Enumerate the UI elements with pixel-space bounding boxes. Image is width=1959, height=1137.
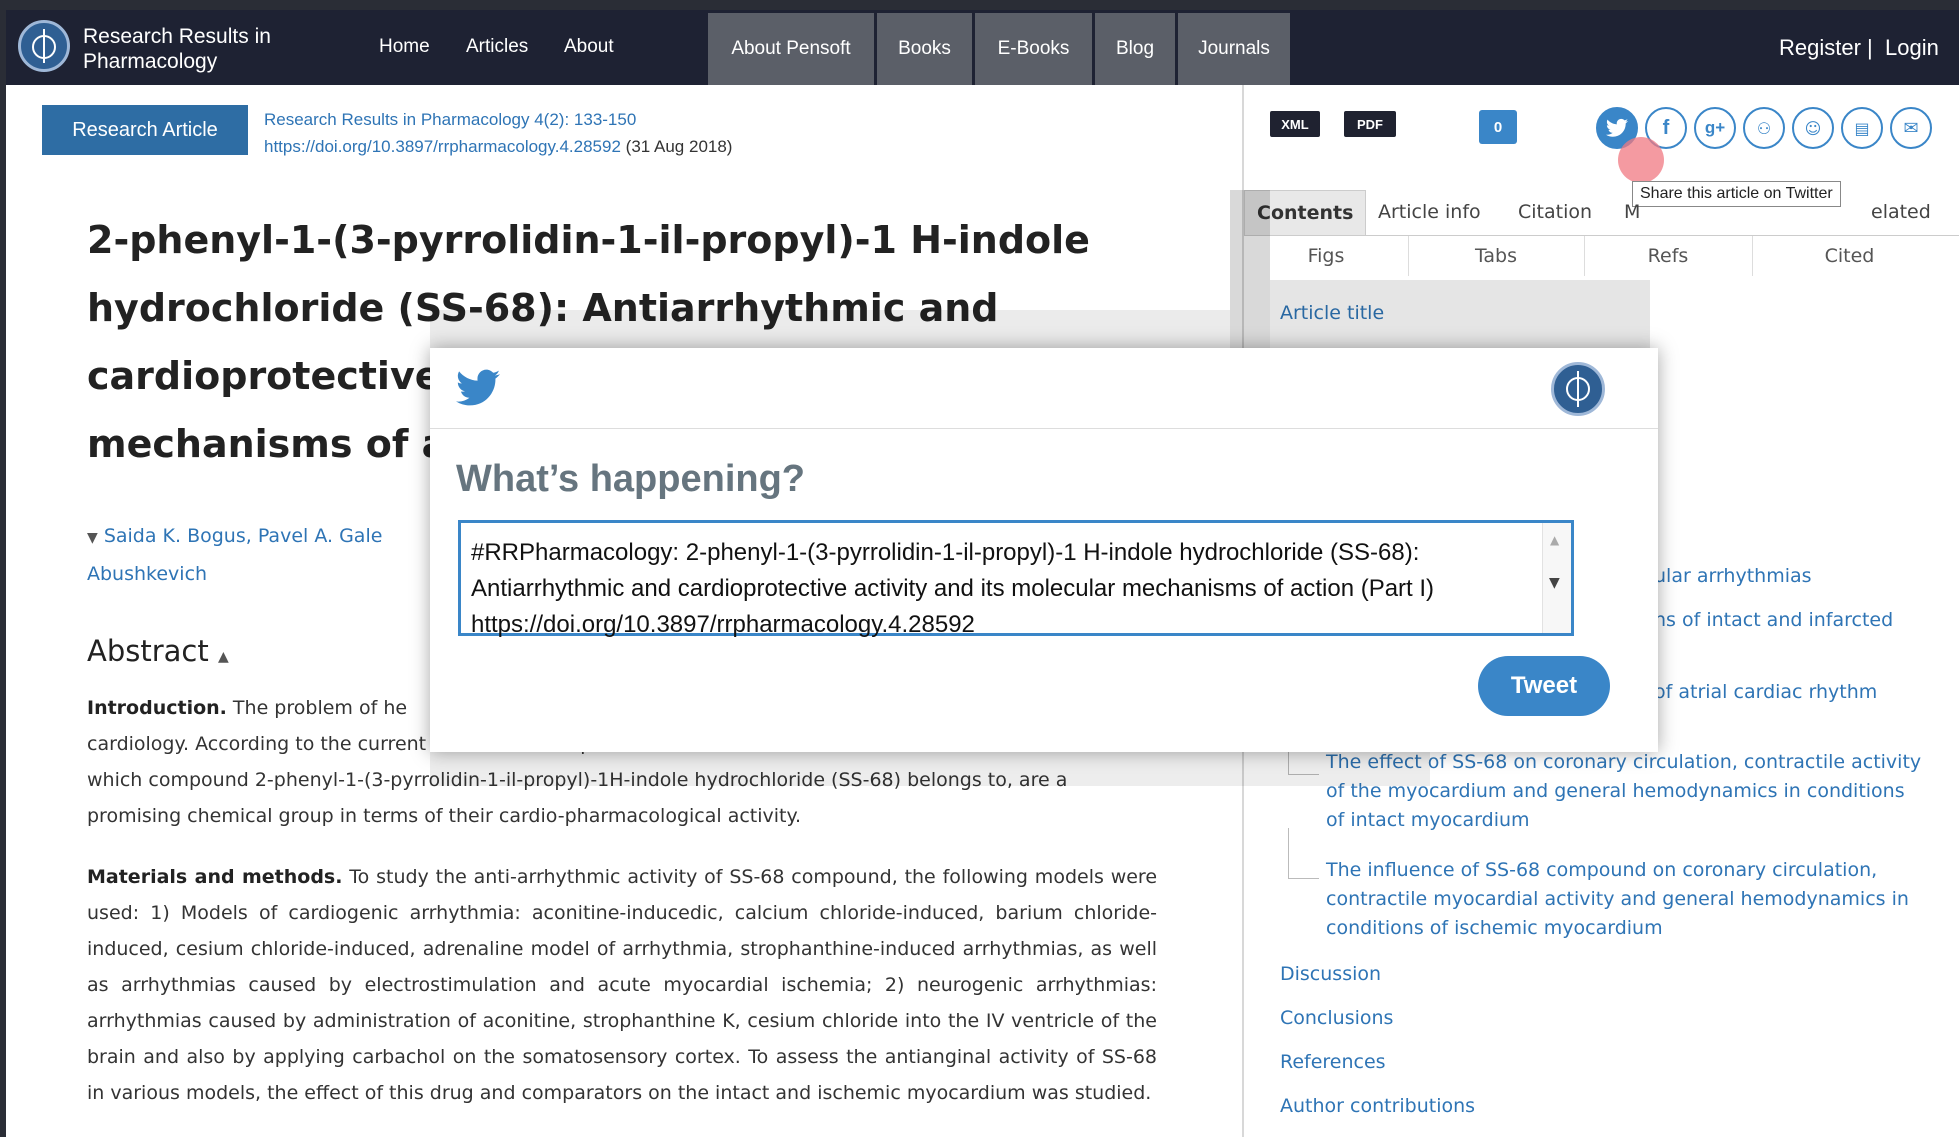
- subtab-refs[interactable]: Refs: [1584, 236, 1753, 276]
- tweet-textarea[interactable]: #RRPharmacology: 2-phenyl-1-(3-pyrrolidi…: [458, 520, 1574, 638]
- nav-blog[interactable]: Blog: [1095, 13, 1175, 85]
- intro-text-start: The problem of he: [226, 697, 408, 719]
- login-link[interactable]: Login: [1885, 35, 1939, 61]
- top-navbar: Research Results in Pharmacology Home Ar…: [6, 10, 1959, 85]
- tweet-button[interactable]: Tweet: [1478, 656, 1610, 716]
- toc-conclusions[interactable]: Conclusions: [1280, 1004, 1393, 1032]
- nav-separator: |: [1867, 35, 1873, 60]
- toc-partial-3[interactable]: of atrial cardiac rhythm: [1654, 678, 1877, 706]
- tab-m[interactable]: M: [1624, 190, 1640, 234]
- twitter-bird-icon: [456, 369, 500, 406]
- toc-partial-2[interactable]: ns of intact and infarcted: [1654, 606, 1893, 634]
- tweet-text[interactable]: #RRPharmacology: 2-phenyl-1-(3-pyrrolidi…: [471, 535, 1521, 643]
- article-panel-subtabs: Figs Tabs Refs Cited: [1244, 236, 1959, 276]
- article-type-badge: Research Article: [42, 105, 248, 155]
- tweet-line: #RRPharmacology: 2-phenyl-1-(3-pyrrolidi…: [471, 539, 1420, 566]
- toc-discussion[interactable]: Discussion: [1280, 960, 1381, 988]
- journal-reference: Research Results in Pharmacology 4(2): 1…: [264, 106, 732, 160]
- abstract-methods: Materials and methods. To study the anti…: [87, 859, 1157, 1111]
- methods-text: To study the anti-arrhythmic activity of…: [87, 866, 1158, 1104]
- textarea-scrollbar[interactable]: ▲ ▼: [1542, 523, 1571, 633]
- site-name[interactable]: Research Results in Pharmacology: [83, 24, 283, 74]
- authors-line-1[interactable]: Saida K. Bogus, Pavel A. Gale: [104, 525, 383, 547]
- toc-article-title[interactable]: Article title: [1280, 299, 1384, 327]
- citation-count-badge[interactable]: 0: [1479, 110, 1517, 144]
- xml-download-button[interactable]: XML: [1270, 111, 1320, 137]
- toc-tree-line: [1288, 828, 1319, 879]
- publication-date: (31 Aug 2018): [625, 137, 733, 156]
- email-icon[interactable]: ✉: [1890, 107, 1932, 149]
- title-line: 2-phenyl-1-(3-pyrrolidin-1-il-propyl)-1 …: [87, 218, 1090, 262]
- toc-sub-ischemic[interactable]: The influence of SS-68 compound on coron…: [1326, 856, 1926, 943]
- journal-logo-icon[interactable]: [18, 20, 70, 72]
- account-avatar[interactable]: [1551, 362, 1605, 416]
- reddit-icon[interactable]: ☺: [1792, 107, 1834, 149]
- nav-ebooks[interactable]: E-Books: [975, 13, 1092, 85]
- nav-about[interactable]: About: [564, 36, 614, 58]
- nav-home[interactable]: Home: [379, 36, 430, 58]
- intro-line: promising chemical group in terms of the…: [87, 805, 802, 827]
- intro-line: which compound 2-phenyl-1-(3-pyrrolidin-…: [87, 769, 1068, 791]
- collapse-triangle-icon[interactable]: ▼: [87, 530, 98, 546]
- register-link[interactable]: Register: [1779, 35, 1861, 61]
- mendeley-icon[interactable]: ⚇: [1743, 107, 1785, 149]
- scroll-down-icon[interactable]: ▼: [1549, 575, 1560, 591]
- doi-link[interactable]: https://doi.org/10.3897/rrpharmacology.4…: [264, 137, 621, 156]
- tweet-line: Antiarrhythmic and cardioprotective acti…: [471, 575, 1435, 602]
- tweet-dialog: What’s happening? #RRPharmacology: 2-phe…: [430, 348, 1658, 752]
- print-icon[interactable]: ▤: [1841, 107, 1883, 149]
- methods-label: Materials and methods.: [87, 866, 343, 888]
- pdf-download-button[interactable]: PDF: [1344, 111, 1396, 137]
- tweet-prompt: What’s happening?: [456, 458, 806, 500]
- journal-issue-link[interactable]: Research Results in Pharmacology 4(2): 1…: [264, 106, 732, 133]
- subtab-figs[interactable]: Figs: [1244, 236, 1409, 276]
- abstract-heading[interactable]: Abstract ▲: [87, 634, 229, 668]
- tab-contents[interactable]: Contents: [1244, 190, 1367, 235]
- subtab-cited[interactable]: Cited: [1752, 236, 1947, 276]
- tab-article-info[interactable]: Article info: [1378, 190, 1481, 234]
- tweet-dialog-header: [430, 348, 1658, 429]
- scroll-up-icon[interactable]: ▲: [1550, 533, 1559, 547]
- subtab-tabs[interactable]: Tabs: [1408, 236, 1585, 276]
- toc-references[interactable]: References: [1280, 1048, 1386, 1076]
- google-plus-icon[interactable]: g+: [1694, 107, 1736, 149]
- abstract-heading-label: Abstract: [87, 634, 209, 668]
- nav-articles[interactable]: Articles: [466, 36, 528, 58]
- tab-citation[interactable]: Citation: [1518, 190, 1592, 234]
- nav-journals[interactable]: Journals: [1178, 13, 1290, 85]
- intro-label: Introduction.: [87, 697, 227, 719]
- collapse-triangle-icon[interactable]: ▲: [218, 649, 229, 665]
- mouse-cursor-highlight: [1618, 137, 1664, 183]
- tab-related[interactable]: elated: [1871, 190, 1931, 234]
- toc-sub-intact[interactable]: The effect of SS-68 on coronary circulat…: [1326, 748, 1926, 835]
- tweet-line: https://doi.org/10.3897/rrpharmacology.4…: [471, 611, 975, 638]
- toc-author-contributions[interactable]: Author contributions: [1280, 1092, 1475, 1120]
- toc-partial-1[interactable]: ular arrhythmias: [1654, 562, 1812, 590]
- page: Research Results in Pharmacology Home Ar…: [6, 10, 1959, 1137]
- title-line: hydrochloride (SS-68): Antiarrhythmic an…: [87, 286, 999, 330]
- article-panel-tabs: Contents Article info Citation M elated: [1244, 190, 1959, 236]
- nav-books[interactable]: Books: [877, 13, 972, 85]
- nav-about-pensoft[interactable]: About Pensoft: [708, 13, 874, 85]
